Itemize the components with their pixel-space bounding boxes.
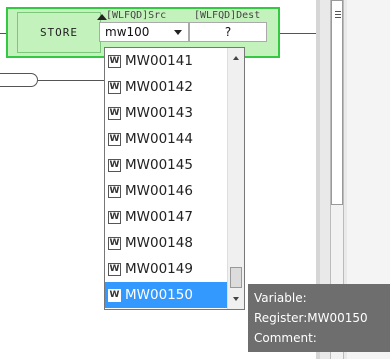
register-item-label: MW00142 [125,79,193,95]
register-item[interactable]: W MW00149 [105,256,227,282]
grip-line [335,17,341,18]
register-item[interactable]: W MW00141 [105,48,227,74]
register-item[interactable]: W MW00142 [105,74,227,100]
grip-line [335,14,341,15]
tooltip-comment: Comment: [254,331,317,345]
chevron-down-icon[interactable] [174,30,182,35]
dropdown-scrollbar-thumb[interactable] [230,267,242,288]
editor-scrollbar-thumb[interactable] [331,0,343,205]
rung-wire-lower [38,80,104,81]
register-item[interactable]: W MW00146 [105,178,227,204]
register-item-label: MW00143 [125,105,193,121]
register-item-label: MW00148 [125,235,193,251]
register-item-label: MW00144 [125,131,193,147]
scroll-up-icon[interactable] [233,56,239,60]
dest-field[interactable]: ? [189,22,267,42]
scroll-down-icon[interactable] [233,297,239,301]
grip-line [335,11,341,12]
register-item[interactable]: W MW00143 [105,100,227,126]
register-item-label: MW00145 [125,157,193,173]
register-dropdown-list[interactable]: W MW00141 W MW00142 W MW00143 W MW00144 W MW00145… [104,47,245,310]
word-register-icon: W [108,236,121,250]
src-value: mw100 [105,25,150,39]
src-combobox[interactable]: mw100 [99,22,189,42]
register-tooltip: Variable: Register:MW00150 Comment: [248,284,390,352]
word-register-icon: W [108,262,121,276]
register-item-label: MW00149 [125,261,193,277]
word-register-icon: W [108,54,121,68]
word-register-icon: W [108,184,121,198]
register-item-label: MW00147 [125,209,193,225]
register-item-label: MW00150 [125,287,193,303]
register-item[interactable]: W MW00148 [105,230,227,256]
register-item[interactable]: W MW00147 [105,204,227,230]
store-label: STORE [17,12,101,53]
register-list: W MW00141 W MW00142 W MW00143 W MW00144 W MW00145… [105,48,227,308]
word-register-icon: W [108,210,121,224]
dropdown-scrollbar[interactable] [227,48,244,309]
register-item[interactable]: W MW00144 [105,126,227,152]
register-item-label: MW00146 [125,183,193,199]
word-register-icon: W [108,132,121,146]
word-register-icon: W [108,158,121,172]
tooltip-variable: Variable: [254,291,307,305]
tooltip-register: Register:MW00150 [254,311,368,325]
word-register-icon: W [108,80,121,94]
contact-element[interactable] [0,73,38,87]
dest-header: [WLFQD]Dest [194,10,261,21]
word-register-icon: W [108,106,121,120]
register-item[interactable]: W MW00150 [105,282,227,308]
rung-wire-right [280,33,316,34]
word-register-icon: W [108,288,121,302]
src-header: [WLFQD]Src [106,10,167,21]
register-item[interactable]: W MW00145 [105,152,227,178]
register-item-label: MW00141 [125,53,193,69]
